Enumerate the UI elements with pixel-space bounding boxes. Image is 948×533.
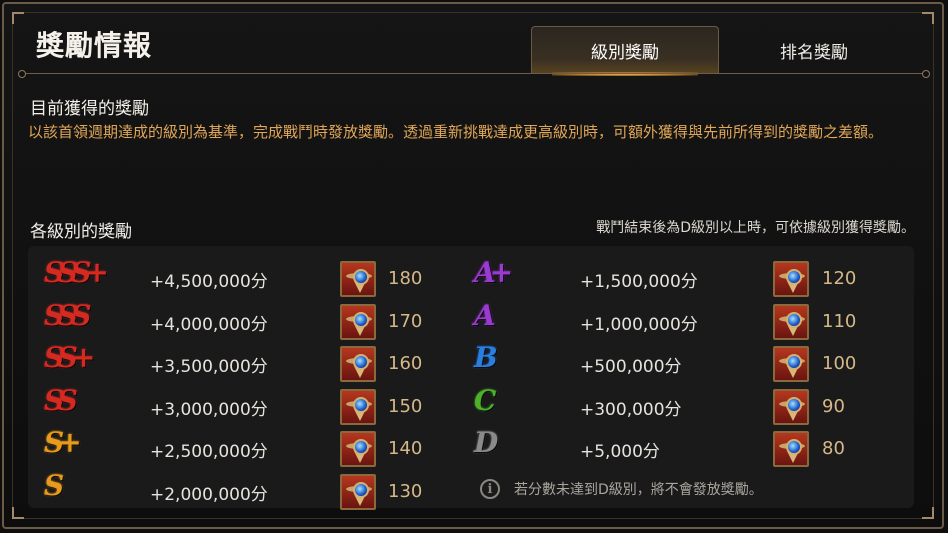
reward-item-icon[interactable] [340, 346, 376, 382]
grade-badge: A [474, 298, 496, 332]
gem-icon [786, 311, 802, 328]
reward-item-icon[interactable] [340, 388, 376, 425]
grade-points: +2,000,000分 [150, 484, 268, 505]
reward-item-icon[interactable] [340, 261, 376, 297]
reward-quantity: 140 [388, 438, 423, 459]
grade-points: +2,500,000分 [150, 442, 268, 462]
grade-badge: B [474, 341, 498, 374]
corner-ornament [12, 12, 24, 24]
grade-points: +500,000分 [580, 357, 682, 377]
gem-icon [353, 396, 369, 413]
panel-title: 獎勵情報 [36, 29, 153, 62]
info-text: 若分數未達到D級別，將不會發放獎勵。 [514, 482, 763, 498]
divider-ornament [18, 70, 26, 78]
grade-badge: SSS+ [44, 256, 109, 289]
grade-badge: S+ [44, 426, 82, 459]
reward-quantity: 100 [822, 353, 857, 374]
reward-quantity: 170 [388, 310, 423, 332]
reward-item-icon[interactable] [773, 346, 809, 382]
reward-item-icon[interactable] [773, 261, 809, 297]
grade-points: +300,000分 [580, 399, 682, 420]
reward-item-icon[interactable] [340, 431, 376, 467]
corner-ornament [922, 12, 934, 24]
grade-points: +1,000,000分 [580, 314, 698, 335]
grade-points: +3,000,000分 [150, 399, 268, 420]
divider-ornament [922, 70, 930, 78]
reward-quantity: 180 [388, 268, 423, 289]
grade-badge: D [474, 426, 498, 459]
current-rewards-description: 以該首領週期達成的級別為基準，完成戰鬥時發放獎勵。透過重新挑戰達成更高級別時，可… [28, 123, 884, 141]
grade-badge: SSS [44, 298, 92, 332]
gem-icon [353, 439, 369, 455]
reward-quantity: 130 [388, 480, 423, 502]
reward-quantity: 150 [388, 395, 423, 417]
grade-badge: C [474, 383, 496, 417]
grade-points: +4,000,000分 [150, 314, 268, 335]
corner-ornament [12, 507, 24, 519]
grade-points: +1,500,000分 [580, 272, 698, 292]
reward-item-icon[interactable] [773, 388, 809, 425]
grade-badge: SS [44, 383, 78, 417]
tab-grade-rewards[interactable]: 級別獎勵 [531, 26, 719, 76]
grade-points: +5,000分 [580, 442, 660, 462]
grade-rewards-heading: 各級別的獎勵 [30, 222, 132, 242]
reward-item-icon[interactable] [340, 303, 376, 340]
gem-icon [353, 311, 369, 328]
tab-ranking-rewards[interactable]: 排名獎勵 [720, 26, 908, 74]
grade-rewards-table: i 若分數未達到D級別，將不會發放獎勵。 SSS+ +4,500,000分 180 S… [28, 246, 914, 510]
reward-item-icon[interactable] [773, 431, 809, 467]
gem-icon [353, 481, 369, 498]
reward-item-icon[interactable] [340, 473, 376, 510]
gem-icon [353, 354, 369, 370]
grade-points: +3,500,000分 [150, 357, 268, 377]
reward-quantity: 160 [388, 353, 423, 374]
grade-badge: S [44, 468, 64, 502]
header-divider [18, 70, 930, 78]
grade-rewards-note: 戰鬥結束後為D級別以上時，可依據級別獲得獎勵。 [596, 220, 915, 236]
reward-quantity: 110 [822, 310, 857, 332]
gem-icon [786, 439, 802, 455]
gem-icon [786, 354, 802, 370]
info-icon: i [480, 479, 500, 499]
reward-quantity: 120 [822, 268, 857, 289]
gem-icon [353, 269, 369, 285]
gem-icon [786, 396, 802, 413]
corner-ornament [922, 507, 934, 519]
grade-badge: SS+ [44, 341, 95, 374]
reward-quantity: 90 [822, 395, 845, 417]
reward-item-icon[interactable] [773, 303, 809, 340]
grade-badge: A+ [474, 256, 513, 289]
reward-quantity: 80 [822, 438, 845, 459]
gem-icon [786, 269, 802, 285]
current-rewards-heading: 目前獲得的獎勵 [30, 99, 149, 119]
grade-points: +4,500,000分 [150, 272, 268, 292]
